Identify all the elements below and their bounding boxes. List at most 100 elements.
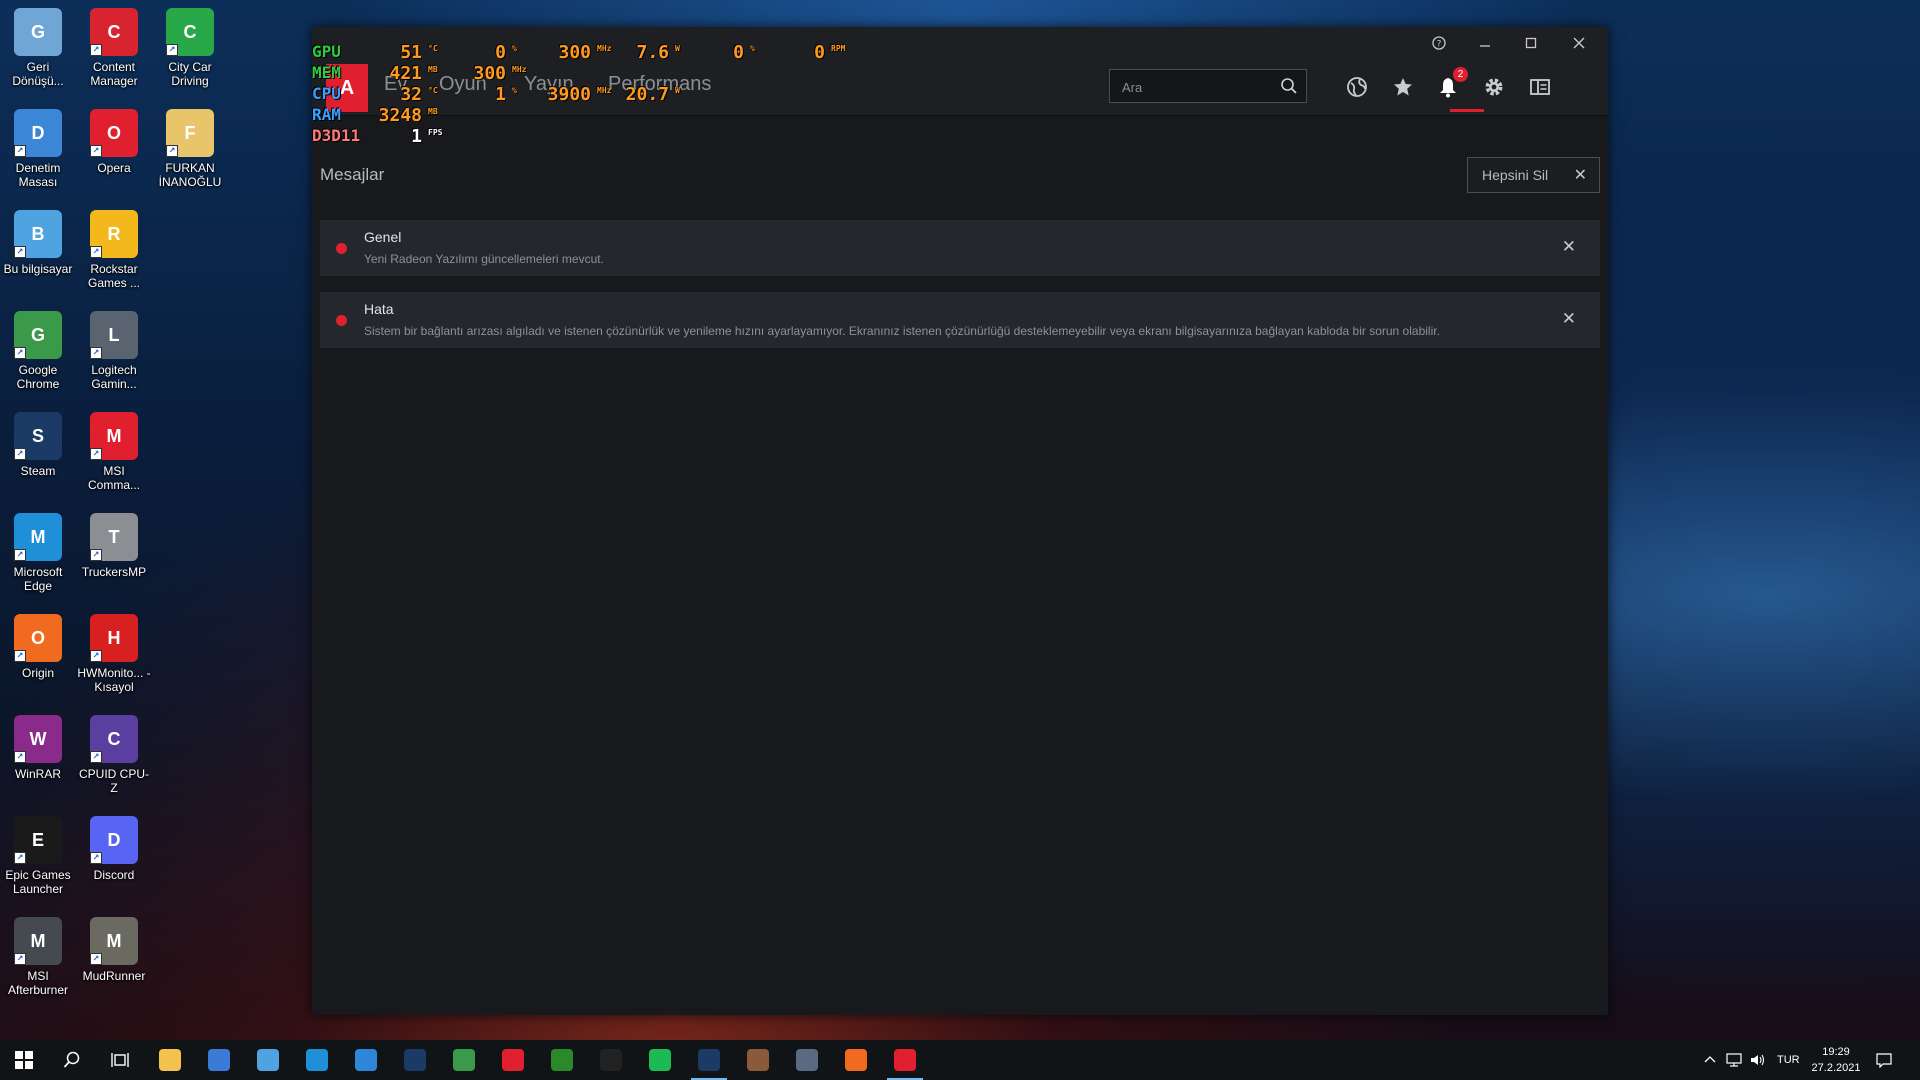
taskbar-app[interactable] [293, 1040, 341, 1080]
dismiss-message-icon[interactable]: ✕ [1562, 237, 1576, 257]
desktop-icon[interactable]: O ↗ Origin [0, 608, 76, 704]
steam-icon [698, 1049, 720, 1071]
task-view-icon[interactable] [96, 1040, 144, 1080]
desktop-icon[interactable]: F ↗ FURKAN İNANOĞLU [152, 103, 228, 199]
desktop-icon-label: Discord [93, 868, 135, 882]
msi-command-icon: M ↗ [90, 412, 138, 460]
taskbar-app[interactable] [832, 1040, 880, 1080]
desktop-icon[interactable]: G Geri Dönüşü... [0, 2, 76, 98]
dismiss-message-icon[interactable]: ✕ [1562, 309, 1576, 329]
mudrunner-icon: M ↗ [90, 917, 138, 965]
notifications-bell-icon[interactable]: 2 [1434, 67, 1468, 101]
volume-icon[interactable] [1750, 1040, 1766, 1080]
desktop-icon[interactable]: G ↗ Google Chrome [0, 305, 76, 401]
message-item[interactable]: Hata Sistem bir bağlantı arızası algılad… [320, 292, 1600, 348]
taskbar-app[interactable] [538, 1040, 586, 1080]
mail-icon [355, 1049, 377, 1071]
help-icon[interactable]: ? [1416, 27, 1462, 59]
desktop-icon-label: WinRAR [14, 767, 61, 781]
chrome-icon [453, 1049, 475, 1071]
osd-unit: W [675, 44, 680, 53]
desktop-icon[interactable]: W ↗ WinRAR [0, 709, 76, 805]
minimize-button[interactable] [1462, 27, 1508, 59]
desktop-icon[interactable]: E ↗ Epic Games Launcher [0, 810, 76, 906]
origin-icon: O ↗ [14, 614, 62, 662]
desktop-icon[interactable]: H ↗ HWMonito... - Kısayol [76, 608, 152, 704]
system-clock[interactable]: 19:29 27.2.2021 [1800, 1044, 1872, 1076]
osd-value: 1 [495, 84, 506, 105]
show-hidden-icons-chevron-icon[interactable] [1704, 1040, 1716, 1080]
input-language[interactable]: TUR [1777, 1040, 1800, 1080]
taskbar-app[interactable] [587, 1040, 635, 1080]
osd-value: 32 [400, 84, 422, 105]
desktop-icon-label: Opera [97, 161, 131, 175]
desktop-icon[interactable]: M ↗ MSI Afterburner [0, 911, 76, 1007]
osd-value: 300 [558, 42, 591, 63]
settings-gear-icon[interactable] [1480, 73, 1508, 101]
desktop-icon[interactable]: M ↗ MSI Comma... [76, 406, 152, 502]
taskbar-app[interactable] [342, 1040, 390, 1080]
osd-unit: °C [428, 44, 438, 53]
desktop-icon[interactable]: S ↗ Steam [0, 406, 76, 502]
desktop-icon[interactable]: M ↗ Microsoft Edge [0, 507, 76, 603]
desktop-icon[interactable]: D ↗ Discord [76, 810, 152, 906]
desktop-icon-label: Epic Games Launcher [5, 868, 71, 896]
desktop-icon[interactable]: C ↗ CPUID CPU-Z [76, 709, 152, 805]
search-input[interactable] [1120, 76, 1274, 98]
taskbar-app[interactable] [195, 1040, 243, 1080]
desktop-icon[interactable]: C ↗ City Car Driving [152, 2, 228, 98]
osd-value: 3248 [378, 105, 422, 126]
desktop-icon-label: Bu bilgisayar [3, 262, 73, 276]
steam-icon: S ↗ [14, 412, 62, 460]
shortcut-arrow-icon: ↗ [14, 145, 26, 157]
osd-value: 0 [733, 42, 744, 63]
message-item[interactable]: Genel Yeni Radeon Yazılımı güncellemeler… [320, 220, 1600, 276]
globe-icon[interactable] [1343, 73, 1371, 101]
taskbar-app[interactable] [489, 1040, 537, 1080]
desktop-icon[interactable]: B ↗ Bu bilgisayar [0, 204, 76, 300]
clock-date: 27.2.2021 [1811, 1062, 1861, 1074]
desktop-icon[interactable]: M ↗ MudRunner [76, 911, 152, 1007]
logitech-icon: L ↗ [90, 311, 138, 359]
search-box[interactable] [1109, 69, 1307, 103]
desktop-icon[interactable]: D ↗ Denetim Masası [0, 103, 76, 199]
content-manager-icon: C ↗ [90, 8, 138, 56]
origin-icon [845, 1049, 867, 1071]
taskbar-app[interactable] [391, 1040, 439, 1080]
desktop-icon[interactable]: C ↗ Content Manager [76, 2, 152, 98]
star-icon[interactable] [1389, 73, 1417, 101]
chrome-icon: G ↗ [14, 311, 62, 359]
shortcut-arrow-icon: ↗ [90, 953, 102, 965]
taskbar-app[interactable] [440, 1040, 488, 1080]
maximize-button[interactable] [1508, 27, 1554, 59]
search-icon[interactable] [1280, 77, 1298, 100]
desktop-icon[interactable]: R ↗ Rockstar Games ... [76, 204, 152, 300]
title-bar: ? [312, 27, 1608, 59]
shortcut-arrow-icon: ↗ [90, 650, 102, 662]
close-button[interactable] [1556, 27, 1602, 59]
desktop-icon[interactable]: O ↗ Opera [76, 103, 152, 199]
afterburner-icon: M ↗ [14, 917, 62, 965]
clear-all-button[interactable]: Hepsini Sil ✕ [1467, 157, 1600, 193]
osd-unit: % [512, 86, 517, 95]
osd-label: RAM [312, 105, 341, 124]
taskbar-app[interactable] [734, 1040, 782, 1080]
start-button[interactable] [0, 1040, 48, 1080]
desktop-icon-label: Google Chrome [16, 363, 60, 391]
taskbar-app[interactable] [244, 1040, 292, 1080]
action-center-icon[interactable] [1876, 1040, 1892, 1080]
taskbar-app[interactable] [881, 1040, 929, 1080]
sidebar-panel-icon[interactable] [1526, 73, 1554, 101]
taskbar-app[interactable] [146, 1040, 194, 1080]
network-icon[interactable] [1726, 1040, 1742, 1080]
desktop-icon[interactable]: L ↗ Logitech Gamin... [76, 305, 152, 401]
edge-icon [306, 1049, 328, 1071]
osd-value: 300 [473, 63, 506, 84]
search-icon[interactable] [48, 1040, 96, 1080]
taskbar-app[interactable] [783, 1040, 831, 1080]
desktop-icon[interactable]: T ↗ TruckersMP [76, 507, 152, 603]
taskbar-app[interactable] [685, 1040, 733, 1080]
osd-unit: °C [428, 86, 438, 95]
taskbar-app[interactable] [636, 1040, 684, 1080]
osd-unit: MB [428, 65, 438, 74]
